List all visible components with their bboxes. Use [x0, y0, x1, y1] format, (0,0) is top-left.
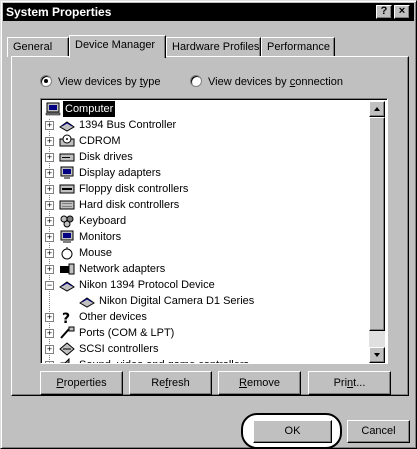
hard-disk-controller-icon: [59, 200, 75, 210]
device-tree[interactable]: Computer +1394 Bus Controller + CDROM + Disk…: [40, 98, 388, 364]
tree-item-label: Ports (COM & LPT): [79, 327, 175, 339]
expand-icon[interactable]: +: [45, 153, 54, 162]
tree-item-label: Nikon Digital Camera D1 Series: [99, 295, 255, 307]
port-icon: [60, 326, 75, 339]
properties-button[interactable]: Properties: [40, 371, 123, 395]
tree-root-label: Computer: [63, 101, 116, 117]
refresh-button[interactable]: Refresh: [129, 371, 212, 395]
expand-icon[interactable]: +: [45, 233, 54, 242]
protocol-device-icon: [59, 281, 75, 292]
scroll-up-button[interactable]: [369, 101, 385, 117]
tree-item-label: SCSI controllers: [79, 343, 159, 355]
radio-unselected-icon: [190, 75, 202, 87]
system-properties-window: System Properties ? × General Device Man…: [0, 0, 417, 449]
view-by-connection-radio[interactable]: View devices by connection: [190, 74, 343, 90]
floppy-controller-icon: [59, 184, 75, 194]
keyboard-icon: [60, 215, 74, 228]
tab-hardware-profiles[interactable]: Hardware Profiles: [166, 37, 261, 57]
tree-item-label: Hard disk controllers: [79, 199, 180, 211]
tab-device-manager[interactable]: Device Manager: [69, 35, 166, 58]
svg-text:?: ?: [62, 311, 70, 324]
expand-icon[interactable]: +: [45, 249, 54, 258]
tree-item-label: Floppy disk controllers: [79, 183, 189, 195]
expand-icon[interactable]: +: [45, 201, 54, 210]
scsi-icon: [59, 342, 75, 356]
tab-performance[interactable]: Performance: [261, 37, 335, 57]
network-adapter-icon: [60, 263, 75, 275]
camera-device-icon: [79, 297, 95, 308]
arrow-up-icon: [374, 107, 380, 111]
tree-item-label: 1394 Bus Controller: [79, 119, 177, 131]
expand-icon[interactable]: +: [45, 121, 54, 130]
collapse-icon[interactable]: −: [45, 281, 54, 290]
tree-item-label: Mouse: [79, 247, 113, 259]
print-button[interactable]: Print...: [308, 371, 391, 395]
tree-item-label: Display adapters: [79, 167, 161, 179]
tree-item-label: Keyboard: [79, 215, 127, 227]
cancel-button[interactable]: Cancel: [347, 420, 410, 443]
monitor-icon: [60, 230, 74, 243]
scroll-down-button[interactable]: [369, 347, 385, 363]
help-button[interactable]: ?: [376, 5, 392, 19]
remove-button[interactable]: Remove: [218, 371, 301, 395]
tab-general[interactable]: General: [7, 37, 69, 57]
computer-icon: [45, 102, 61, 116]
expand-icon[interactable]: +: [45, 137, 54, 146]
expand-icon[interactable]: +: [45, 169, 54, 178]
close-button[interactable]: ×: [394, 5, 410, 19]
expand-icon[interactable]: +: [45, 329, 54, 338]
display-adapter-icon: [60, 166, 74, 179]
question-mark-icon: ?: [62, 311, 70, 324]
tree-item-label: Monitors: [79, 231, 122, 243]
disk-drive-icon: [59, 153, 75, 162]
radio-selected-icon: [40, 75, 52, 87]
device-tree-list: Computer +1394 Bus Controller + CDROM + Disk…: [43, 101, 371, 363]
tree-item-label: Network adapters: [79, 263, 166, 275]
expand-icon[interactable]: +: [45, 185, 54, 194]
scroll-thumb[interactable]: [369, 117, 385, 331]
tree-item-label: Disk drives: [79, 151, 133, 163]
ok-button[interactable]: OK: [253, 420, 332, 443]
tree-scrollbar[interactable]: [369, 101, 385, 363]
expand-icon[interactable]: +: [45, 265, 54, 274]
mouse-icon: [61, 247, 73, 260]
tree-item-label: Sound, video and game controllers: [77, 357, 251, 363]
device-manager-panel: View devices by type View devices by con…: [11, 56, 409, 396]
bus-controller-icon: [59, 121, 75, 132]
expand-icon[interactable]: +: [45, 345, 54, 354]
arrow-down-icon: [374, 353, 380, 357]
view-by-type-radio[interactable]: View devices by type: [40, 74, 161, 90]
tree-item-label: Other devices: [79, 311, 147, 323]
cdrom-icon: [59, 134, 75, 147]
expand-icon[interactable]: +: [45, 313, 54, 322]
tree-item-label: CDROM: [79, 135, 121, 147]
title-bar[interactable]: System Properties ? ×: [3, 3, 414, 21]
sound-icon: [60, 358, 70, 363]
expand-icon[interactable]: +: [45, 361, 54, 363]
window-title: System Properties: [6, 5, 112, 19]
expand-icon[interactable]: +: [45, 217, 54, 226]
tree-item-label: Nikon 1394 Protocol Device: [79, 279, 215, 291]
